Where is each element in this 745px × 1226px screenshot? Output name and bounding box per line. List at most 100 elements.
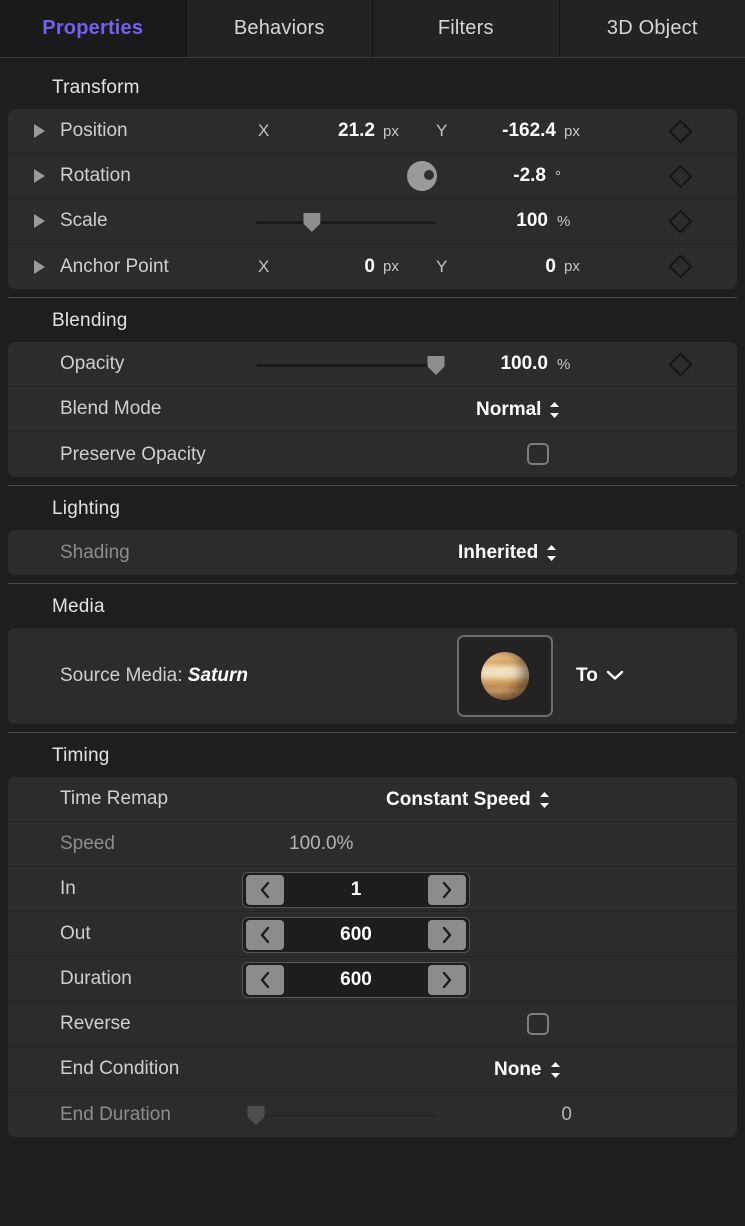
blending-group: Opacity 100.0 % Blend Mode Normal Preser… (8, 342, 737, 477)
time-remap-value: Constant Speed (386, 789, 531, 810)
row-in[interactable]: In 1 (8, 867, 737, 912)
row-shading[interactable]: Shading Inherited (8, 530, 737, 575)
row-position[interactable]: Position X 21.2 px Y -162.4 px (8, 109, 737, 154)
inspector-content: Transform Position X 21.2 px Y -162.4 px… (0, 58, 745, 1137)
out-value[interactable]: 600 (287, 924, 425, 946)
time-remap-popup-menu[interactable]: Constant Speed (386, 789, 551, 811)
popup-updown-arrows-icon (545, 544, 558, 562)
keyframe-diamond-icon[interactable] (668, 351, 693, 377)
tab-3d-object-label: 3D Object (606, 17, 698, 39)
duration-stepper-decrement-button[interactable] (246, 965, 284, 995)
disclosure-triangle-icon[interactable] (34, 169, 45, 183)
end-duration-value: 0 (561, 1103, 572, 1125)
source-media-name: Saturn (187, 665, 248, 686)
chevron-down-icon (606, 665, 624, 687)
out-stepper-decrement-button[interactable] (246, 920, 284, 950)
reverse-checkbox[interactable] (527, 1013, 549, 1035)
end-condition-popup-menu[interactable]: None (494, 1059, 562, 1081)
disclosure-triangle-icon[interactable] (34, 259, 45, 274)
tab-filters[interactable]: Filters (373, 0, 560, 57)
lighting-group: Shading Inherited (8, 530, 737, 575)
tab-behaviors-label: Behaviors (233, 17, 325, 39)
row-preserve-opacity[interactable]: Preserve Opacity (8, 432, 737, 477)
row-opacity[interactable]: Opacity 100.0 % (8, 342, 737, 387)
row-rotation[interactable]: Rotation -2.8 ° (8, 154, 737, 199)
row-source-media: Source Media: Saturn To (8, 628, 737, 724)
blend-mode-label: Blend Mode (60, 398, 162, 419)
anchor-x-unit: px (383, 258, 399, 275)
anchor-y-axis-label: Y (436, 256, 448, 276)
out-stepper[interactable]: 600 (242, 917, 470, 953)
tab-properties[interactable]: Properties (0, 0, 187, 57)
rotation-value[interactable]: -2.8 (446, 165, 546, 187)
scale-value[interactable]: 100 (453, 210, 548, 232)
in-stepper-decrement-button[interactable] (246, 875, 284, 905)
in-stepper-increment-button[interactable] (428, 875, 466, 905)
position-x-value[interactable]: 21.2 (280, 120, 375, 142)
row-anchor-point[interactable]: Anchor Point X 0 px Y 0 px (8, 244, 737, 289)
transform-group: Position X 21.2 px Y -162.4 px Rotation … (8, 109, 737, 289)
opacity-slider[interactable] (256, 356, 445, 375)
duration-value[interactable]: 600 (287, 969, 425, 991)
duration-label: Duration (60, 968, 132, 989)
end-condition-label: End Condition (60, 1058, 180, 1079)
out-stepper-increment-button[interactable] (428, 920, 466, 950)
disclosure-triangle-icon[interactable] (34, 124, 45, 138)
rotation-dial[interactable] (407, 161, 437, 191)
row-blend-mode[interactable]: Blend Mode Normal (8, 387, 737, 432)
row-end-condition[interactable]: End Condition None (8, 1047, 737, 1092)
shading-popup-menu[interactable]: Inherited (458, 542, 558, 564)
row-time-remap[interactable]: Time Remap Constant Speed (8, 777, 737, 822)
tab-behaviors[interactable]: Behaviors (186, 0, 373, 57)
section-title-timing: Timing (52, 745, 110, 766)
rotation-dial-knob-icon (424, 170, 434, 180)
anchor-y-value[interactable]: 0 (456, 256, 556, 278)
blend-mode-popup-menu[interactable]: Normal (476, 399, 561, 421)
shading-value: Inherited (458, 542, 539, 563)
end-duration-label: End Duration (60, 1103, 171, 1125)
in-value[interactable]: 1 (287, 879, 425, 901)
section-title-lighting: Lighting (52, 498, 121, 519)
popup-updown-arrows-icon (549, 1061, 562, 1079)
row-duration[interactable]: Duration 600 (8, 957, 737, 1002)
media-to-popup-menu[interactable]: To (576, 665, 624, 687)
keyframe-diamond-icon[interactable] (668, 163, 693, 189)
duration-stepper-increment-button[interactable] (428, 965, 466, 995)
disclosure-triangle-icon[interactable] (34, 214, 45, 228)
row-speed: Speed 100.0% (8, 822, 737, 867)
scale-slider-thumb[interactable] (303, 213, 321, 232)
preserve-opacity-checkbox[interactable] (527, 443, 549, 465)
end-duration-slider-thumb[interactable] (247, 1106, 265, 1125)
popup-updown-arrows-icon (538, 791, 551, 809)
section-title-media: Media (52, 596, 105, 617)
source-media-thumbnail-well[interactable] (457, 635, 553, 717)
end-duration-slider[interactable] (247, 1106, 436, 1125)
keyframe-diamond-icon[interactable] (668, 254, 693, 279)
row-out[interactable]: Out 600 (8, 912, 737, 957)
opacity-unit: % (557, 355, 571, 373)
position-label: Position (60, 120, 128, 141)
section-title-transform: Transform (52, 77, 140, 98)
row-scale[interactable]: Scale 100 % (8, 199, 737, 244)
end-condition-value: None (494, 1059, 542, 1080)
media-group: Source Media: Saturn To (8, 628, 737, 724)
row-reverse[interactable]: Reverse (8, 1002, 737, 1047)
out-label: Out (60, 923, 91, 944)
end-duration-slider-track (256, 1114, 436, 1117)
source-media-prefix: Source Media: (60, 665, 183, 686)
tab-3d-object[interactable]: 3D Object (559, 0, 745, 57)
row-end-duration: End Duration 0 (8, 1092, 737, 1137)
scale-slider[interactable] (256, 213, 436, 232)
source-media-label: Source Media: Saturn (60, 665, 248, 687)
keyframe-diamond-icon[interactable] (668, 208, 693, 234)
anchor-point-label: Anchor Point (60, 255, 169, 277)
position-y-value[interactable]: -162.4 (456, 120, 556, 142)
opacity-value[interactable]: 100.0 (438, 353, 548, 375)
duration-stepper[interactable]: 600 (242, 962, 470, 998)
anchor-x-value[interactable]: 0 (280, 256, 375, 278)
preserve-opacity-label: Preserve Opacity (60, 443, 206, 465)
keyframe-diamond-icon[interactable] (668, 118, 693, 144)
anchor-x-axis-label: X (258, 256, 270, 276)
tab-properties-label: Properties (42, 17, 144, 39)
in-stepper[interactable]: 1 (242, 872, 470, 908)
